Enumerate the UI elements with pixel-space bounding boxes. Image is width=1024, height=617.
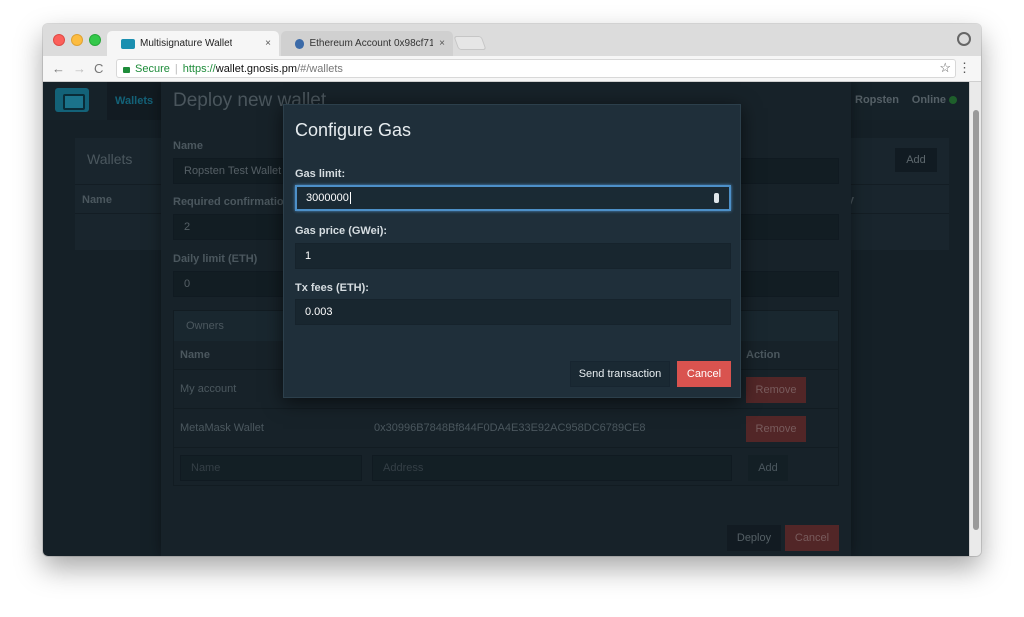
secure-label: Secure bbox=[135, 62, 170, 75]
browser-menu-icon[interactable]: ⋮ bbox=[958, 60, 971, 76]
configure-gas-modal: Configure Gas Gas limit: 3000000 Gas pri… bbox=[283, 104, 741, 398]
send-transaction-button[interactable]: Send transaction bbox=[570, 361, 670, 387]
tab-title: Ethereum Account 0x98cf719 bbox=[309, 38, 434, 49]
gas-limit-input[interactable]: 3000000 bbox=[295, 185, 731, 211]
bookmark-star-icon[interactable]: ☆ bbox=[939, 60, 951, 76]
wallet-favicon-icon bbox=[121, 38, 135, 49]
separator: | bbox=[174, 62, 178, 75]
maximize-window-button[interactable] bbox=[89, 34, 101, 46]
gas-price-input[interactable]: 1 bbox=[295, 243, 731, 269]
page-scrollbar[interactable] bbox=[969, 82, 981, 556]
text-caret bbox=[349, 192, 351, 204]
tab-title: Multisignature Wallet bbox=[140, 38, 233, 49]
gas-limit-value: 3000000 bbox=[306, 192, 349, 204]
new-tab-button[interactable] bbox=[453, 36, 487, 50]
back-icon[interactable]: ← bbox=[52, 61, 65, 76]
gas-limit-label: Gas limit: bbox=[295, 168, 346, 180]
minimize-window-button[interactable] bbox=[71, 34, 83, 46]
scrollbar-thumb[interactable] bbox=[973, 110, 979, 530]
profile-icon[interactable] bbox=[957, 32, 971, 46]
address-field[interactable]: Secure | https:// wallet.gnosis.pm /#/wa… bbox=[116, 59, 956, 78]
tab-multisignature-wallet[interactable]: Multisignature Wallet × bbox=[107, 31, 279, 56]
tx-fees-label: Tx fees (ETH): bbox=[295, 282, 369, 294]
tab-bar: Multisignature Wallet × Ethereum Account… bbox=[43, 24, 981, 56]
lock-icon bbox=[123, 66, 130, 73]
url-path: /#/wallets bbox=[297, 62, 343, 75]
close-tab-icon[interactable]: × bbox=[259, 38, 271, 49]
reload-icon[interactable]: C bbox=[94, 61, 103, 76]
etherscan-favicon-icon bbox=[295, 38, 305, 49]
page-content: Wallets Ropsten Online Wallets Add Name … bbox=[43, 82, 969, 556]
forward-icon[interactable]: → bbox=[73, 61, 86, 76]
url-scheme: https:// bbox=[182, 62, 216, 75]
gas-price-label: Gas price (GWei): bbox=[295, 225, 388, 237]
url-bar: ← → C Secure | https:// wallet.gnosis.pm… bbox=[43, 56, 981, 82]
gas-cancel-button[interactable]: Cancel bbox=[677, 361, 731, 387]
tab-ethereum-account[interactable]: Ethereum Account 0x98cf719 × bbox=[281, 31, 453, 56]
browser-window: Multisignature Wallet × Ethereum Account… bbox=[43, 24, 981, 556]
url-host: wallet.gnosis.pm bbox=[215, 62, 298, 75]
number-spinner-icon[interactable] bbox=[714, 193, 719, 203]
gas-modal-title: Configure Gas bbox=[295, 120, 412, 140]
tx-fees-field: 0.003 bbox=[295, 299, 731, 325]
close-tab-icon[interactable]: × bbox=[433, 38, 445, 49]
close-window-button[interactable] bbox=[53, 34, 65, 46]
